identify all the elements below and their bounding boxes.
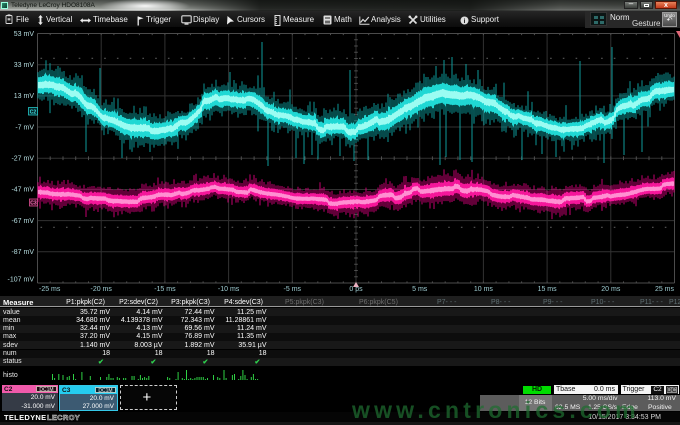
- svg-text:C2: C2: [30, 109, 37, 115]
- svg-text:C3: C3: [30, 201, 37, 207]
- svg-text:-27 mV: -27 mV: [11, 156, 34, 163]
- svg-text:-20 ms: -20 ms: [90, 286, 112, 293]
- svg-text:20 ms: 20 ms: [601, 286, 621, 293]
- svg-text:53 mV: 53 mV: [14, 31, 35, 38]
- svg-text:15 ms: 15 ms: [538, 286, 558, 293]
- svg-text:-10 ms: -10 ms: [218, 286, 240, 293]
- svg-text:-25 ms: -25 ms: [39, 286, 61, 293]
- svg-text:-107 mV: -107 mV: [8, 276, 35, 283]
- svg-text:-47 mV: -47 mV: [11, 187, 34, 194]
- svg-text:-67 mV: -67 mV: [11, 218, 34, 225]
- svg-text:-87 mV: -87 mV: [11, 249, 34, 256]
- svg-text:-5 ms: -5 ms: [284, 286, 302, 293]
- svg-text:5 ms: 5 ms: [412, 286, 428, 293]
- svg-text:33 mV: 33 mV: [14, 62, 35, 69]
- svg-text:10 ms: 10 ms: [474, 286, 494, 293]
- svg-text:-7 mV: -7 mV: [15, 124, 34, 131]
- svg-text:13 mV: 13 mV: [14, 93, 35, 100]
- svg-text:0 ps: 0 ps: [349, 286, 363, 293]
- svg-text:-15 ms: -15 ms: [154, 286, 176, 293]
- svg-text:25 ms: 25 ms: [655, 286, 675, 293]
